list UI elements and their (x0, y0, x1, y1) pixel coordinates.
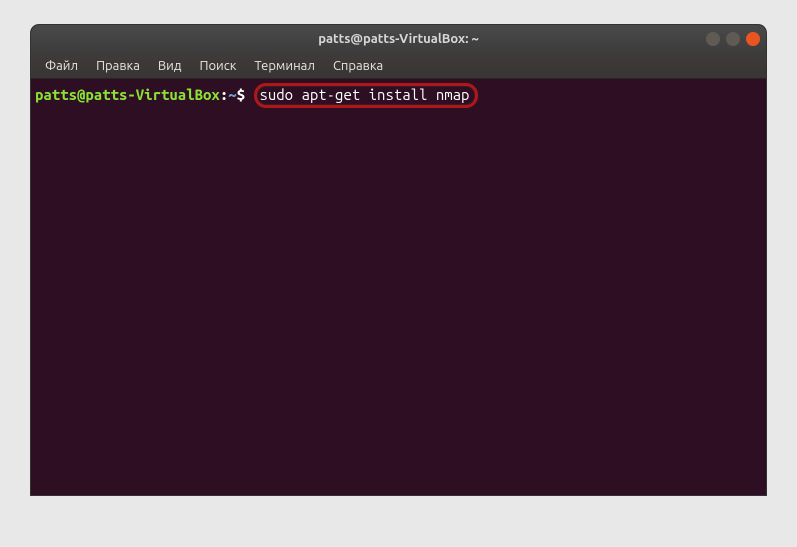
menu-search[interactable]: Поиск (191, 56, 244, 76)
command-highlight: sudo apt-get install nmap (254, 83, 478, 108)
prompt-cwd: ~ (228, 86, 236, 103)
menubar: Файл Правка Вид Поиск Терминал Справка (31, 53, 766, 79)
menu-edit[interactable]: Правка (88, 56, 148, 76)
menu-file[interactable]: Файл (37, 56, 86, 76)
menu-help[interactable]: Справка (325, 56, 391, 76)
window-controls (706, 32, 760, 46)
prompt-user-host: patts@patts-VirtualBox (35, 86, 220, 103)
window-title: patts@patts-VirtualBox: ~ (318, 32, 479, 46)
close-icon[interactable] (746, 32, 760, 46)
terminal-body[interactable]: patts@patts-VirtualBox:~$ sudo apt-get i… (31, 79, 766, 495)
maximize-icon[interactable] (726, 32, 740, 46)
minimize-icon[interactable] (706, 32, 720, 46)
terminal-window: patts@patts-VirtualBox: ~ Файл Правка Ви… (31, 25, 766, 495)
titlebar: patts@patts-VirtualBox: ~ (31, 25, 766, 53)
prompt-separator: : (220, 86, 228, 103)
menu-view[interactable]: Вид (150, 56, 190, 76)
menu-terminal[interactable]: Терминал (246, 56, 322, 76)
command-text: sudo apt-get install nmap (259, 86, 469, 103)
prompt-sigil: $ (237, 86, 245, 103)
